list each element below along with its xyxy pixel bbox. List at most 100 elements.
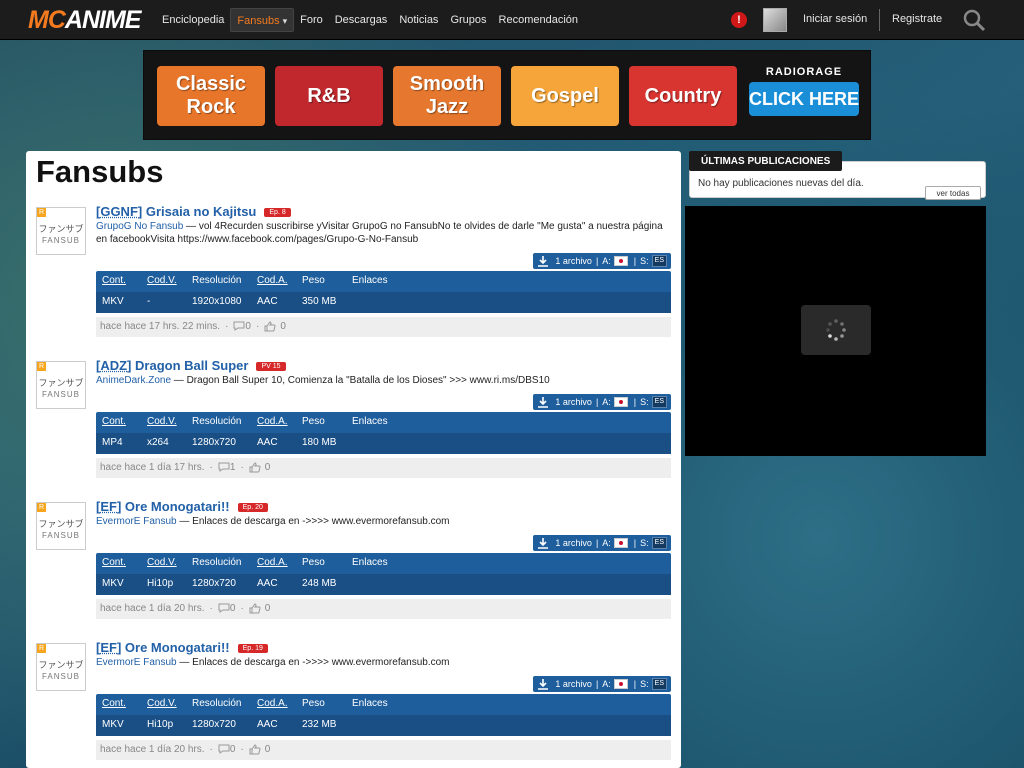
cell-peso: 248 MB xyxy=(302,578,336,589)
download-icon xyxy=(537,396,555,408)
ad-click-here-button[interactable]: CLICK HERE xyxy=(749,82,859,116)
entry-title[interactable]: [ADZ] Dragon Ball Super PV 15 xyxy=(96,358,286,373)
spanish-sub-badge: ES xyxy=(652,396,667,408)
like-icon[interactable] xyxy=(249,744,261,755)
search-icon[interactable] xyxy=(962,8,986,32)
nav-descargas[interactable]: Descargas xyxy=(329,8,394,32)
group-link[interactable]: EvermorE Fansub xyxy=(96,516,177,527)
login-link[interactable]: Iniciar sesión xyxy=(803,13,867,25)
file-table: Cont. Cod.V. Resolución Cod.A. Peso Enlaces MK… xyxy=(96,271,671,313)
like-icon[interactable] xyxy=(249,462,261,473)
col-codv[interactable]: Cod.V. xyxy=(147,557,177,568)
register-link[interactable]: Registrate xyxy=(892,13,942,25)
table-row[interactable]: MKV - 1920x1080 AAC 350 MB xyxy=(96,292,671,313)
file-summary[interactable]: 1 archivo | A: | S: ES xyxy=(533,253,671,269)
group-link[interactable]: AnimeDark.Zone xyxy=(96,375,171,386)
site-logo[interactable]: MCANIME xyxy=(28,6,140,34)
file-table-header: Cont. Cod.V. Resolución Cod.A. Peso Enlaces xyxy=(96,694,671,715)
thumb-en: FANSUB xyxy=(37,390,85,399)
nav-noticias[interactable]: Noticias xyxy=(393,8,444,32)
audio-label: A: xyxy=(602,535,611,551)
ad-banner[interactable]: Classic Rock R&B Smooth Jazz Gospel Coun… xyxy=(143,50,871,140)
col-coda[interactable]: Cod.A. xyxy=(257,557,288,568)
entry-title[interactable]: [EF] Ore Monogatari!! Ep. 19 xyxy=(96,640,268,655)
series-title[interactable]: Ore Monogatari!! xyxy=(125,499,230,514)
nav-fansubs[interactable]: Fansubs ▾ xyxy=(230,8,294,32)
fansub-entry: R ファンサブ FANSUB [EF] Ore Monogatari!! Ep. 20 E… xyxy=(36,499,671,639)
thumb-tag: R xyxy=(37,362,46,371)
ad-button-rnb[interactable]: R&B xyxy=(275,66,383,126)
cell-codv: - xyxy=(147,296,150,307)
col-enlaces: Enlaces xyxy=(352,416,388,427)
col-coda[interactable]: Cod.A. xyxy=(257,275,288,286)
subs-label: S: xyxy=(640,394,649,410)
col-coda[interactable]: Cod.A. xyxy=(257,416,288,427)
japan-flag-icon xyxy=(614,679,628,689)
col-cont[interactable]: Cont. xyxy=(102,416,126,427)
cell-cont: MKV xyxy=(102,719,124,730)
comment-icon[interactable] xyxy=(218,744,230,755)
like-icon[interactable] xyxy=(249,603,261,614)
avatar[interactable] xyxy=(763,8,787,32)
nav-enciclopedia[interactable]: Enciclopedia xyxy=(156,8,230,32)
entry-description: EvermorE Fansub — Enlaces de descarga en… xyxy=(96,515,671,528)
fansub-thumbnail[interactable]: R ファンサブ FANSUB xyxy=(36,502,86,550)
series-title[interactable]: Dragon Ball Super xyxy=(135,358,248,373)
video-player[interactable] xyxy=(685,206,986,456)
chevron-down-icon: ▾ xyxy=(283,14,288,28)
file-summary[interactable]: 1 archivo | A: | S: ES xyxy=(533,676,671,692)
fansub-thumbnail[interactable]: R ファンサブ FANSUB xyxy=(36,361,86,409)
group-tag[interactable]: [ADZ] xyxy=(96,358,131,373)
comment-icon[interactable] xyxy=(218,603,230,614)
fansub-thumbnail[interactable]: R ファンサブ FANSUB xyxy=(36,643,86,691)
episode-badge: Ep. 19 xyxy=(238,644,268,653)
group-link[interactable]: EvermorE Fansub xyxy=(96,657,177,668)
nav-foro[interactable]: Foro xyxy=(294,8,329,32)
group-tag[interactable]: [EF] xyxy=(96,499,121,514)
col-codv[interactable]: Cod.V. xyxy=(147,416,177,427)
col-codv[interactable]: Cod.V. xyxy=(147,698,177,709)
comment-icon[interactable] xyxy=(218,462,230,473)
ver-todas-button[interactable]: ver todas xyxy=(925,186,981,200)
file-summary[interactable]: 1 archivo | A: | S: ES xyxy=(533,535,671,551)
entry-title[interactable]: [GGNF] Grisaia no Kajitsu Ep. 8 xyxy=(96,204,291,219)
entry-meta: hace hace 1 día 17 hrs. · 1 · 0 xyxy=(96,458,671,478)
thumb-tag: R xyxy=(37,644,46,653)
group-tag[interactable]: [GGNF] xyxy=(96,204,142,219)
alert-icon[interactable]: ! xyxy=(731,12,747,28)
comment-icon[interactable] xyxy=(233,321,245,332)
like-icon[interactable] xyxy=(264,321,276,332)
series-title[interactable]: Grisaia no Kajitsu xyxy=(146,204,257,219)
nav-grupos[interactable]: Grupos xyxy=(444,8,492,32)
col-codv[interactable]: Cod.V. xyxy=(147,275,177,286)
fansub-thumbnail[interactable]: R ファンサブ FANSUB xyxy=(36,207,86,255)
file-summary[interactable]: 1 archivo | A: | S: ES xyxy=(533,394,671,410)
table-row[interactable]: MKV Hi10p 1280x720 AAC 248 MB xyxy=(96,574,671,595)
group-link[interactable]: GrupoG No Fansub xyxy=(96,221,183,232)
group-tag[interactable]: [EF] xyxy=(96,640,121,655)
ad-button-country[interactable]: Country xyxy=(629,66,737,126)
col-coda[interactable]: Cod.A. xyxy=(257,698,288,709)
file-count: 1 archivo xyxy=(555,253,592,269)
download-icon xyxy=(537,678,555,690)
col-cont[interactable]: Cont. xyxy=(102,275,126,286)
ad-button-gospel[interactable]: Gospel xyxy=(511,66,619,126)
col-peso: Peso xyxy=(302,557,325,568)
ad-button-classic-rock[interactable]: Classic Rock xyxy=(157,66,265,126)
table-row[interactable]: MP4 x264 1280x720 AAC 180 MB xyxy=(96,433,671,454)
file-count: 1 archivo xyxy=(555,676,592,692)
ad-button-smooth-jazz[interactable]: Smooth Jazz xyxy=(393,66,501,126)
latest-posts-message: No hay publicaciones nuevas del día. xyxy=(698,178,864,189)
col-cont[interactable]: Cont. xyxy=(102,698,126,709)
fansub-entry: R ファンサブ FANSUB [GGNF] Grisaia no Kajitsu Ep.… xyxy=(36,204,671,344)
entry-title[interactable]: [EF] Ore Monogatari!! Ep. 20 xyxy=(96,499,268,514)
table-row[interactable]: MKV Hi10p 1280x720 AAC 232 MB xyxy=(96,715,671,736)
subs-label: S: xyxy=(640,535,649,551)
col-cont[interactable]: Cont. xyxy=(102,557,126,568)
nav-fansubs-label: Fansubs xyxy=(237,15,279,27)
nav-recomendacion[interactable]: Recomendación xyxy=(493,8,585,32)
cell-res: 1280x720 xyxy=(192,437,236,448)
series-title[interactable]: Ore Monogatari!! xyxy=(125,640,230,655)
entry-meta: hace hace 1 día 20 hrs. · 0 · 0 xyxy=(96,740,671,760)
comment-count: 0 xyxy=(245,321,251,332)
